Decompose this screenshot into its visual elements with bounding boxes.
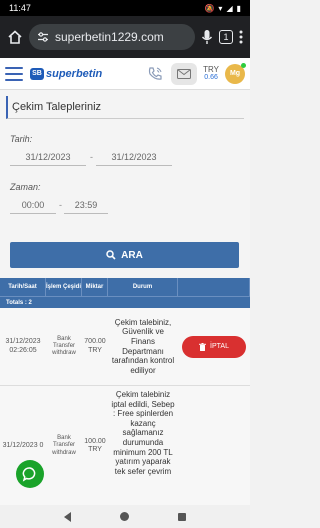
cancel-button-label: İPTAL	[210, 343, 229, 350]
envelope-icon	[177, 68, 192, 79]
phone-icon[interactable]	[145, 64, 165, 84]
site-header: SB superbetin TRY 0.66 Mg	[0, 58, 250, 90]
row-date: 31/12/2023 02:26:05	[5, 338, 41, 354]
logo-badge: SB	[30, 67, 44, 80]
time-label: Zaman:	[10, 182, 41, 192]
status-time: 11:47	[9, 3, 31, 13]
site-logo[interactable]: SB superbetin	[30, 67, 103, 80]
column-header-date: Tarih/Saat	[0, 278, 46, 296]
tab-switcher-button[interactable]: 1	[219, 30, 233, 44]
time-from-input[interactable]: 00:00	[10, 200, 56, 214]
search-icon	[106, 250, 116, 260]
cancel-withdrawal-button[interactable]: İPTAL	[182, 335, 246, 358]
column-header-type: İşlem Çeşidi	[46, 278, 82, 296]
column-header-action	[178, 278, 250, 296]
signal-icon: ◢	[226, 3, 233, 13]
trash-icon	[199, 342, 207, 351]
row-type: Bank Transfer withdraw	[52, 435, 76, 456]
balance-display[interactable]: TRY 0.66	[203, 65, 219, 82]
user-avatar[interactable]: Mg	[225, 62, 246, 84]
date-to-input[interactable]: 31/12/2023	[96, 152, 172, 166]
mute-icon: 🔕	[204, 3, 215, 13]
row-type: Bank Transfer withdraw	[52, 335, 76, 357]
page-title: Çekim Talepleriniz	[6, 96, 244, 119]
chat-bubble-icon	[22, 467, 36, 482]
address-bar[interactable]: superbetin1229.com	[29, 24, 195, 50]
mic-icon[interactable]	[201, 29, 213, 45]
hamburger-menu-icon[interactable]	[5, 66, 23, 81]
url-text: superbetin1229.com	[55, 30, 164, 44]
column-header-amount: Miktar	[82, 278, 108, 296]
date-from-input[interactable]: 31/12/2023	[10, 152, 86, 166]
table-header: Tarih/Saat İşlem Çeşidi Miktar Durum	[0, 278, 250, 296]
site-settings-icon[interactable]	[37, 31, 49, 43]
status-bar: 11:47 🔕 ▾ ◢ ▮	[0, 0, 250, 16]
home-button-icon[interactable]	[119, 512, 129, 521]
table-row: 31/12/2023 02:26:05 Bank Transfer withdr…	[0, 308, 250, 386]
wifi-icon: ▾	[218, 3, 223, 13]
status-icons: 🔕 ▾ ◢ ▮	[204, 4, 241, 13]
column-header-status: Durum	[108, 278, 178, 296]
recent-apps-icon[interactable]	[177, 512, 186, 521]
row-date: 31/12/2023 0	[2, 441, 44, 449]
browser-toolbar: superbetin1229.com 1	[0, 16, 250, 58]
row-status: Çekim talebiniz iptal edildi, Sebep : Fr…	[111, 390, 175, 476]
row-status: Çekim talebiniz, Güvenlik ve Finans Depa…	[111, 317, 175, 375]
date-label: Tarih:	[10, 134, 33, 144]
currency-code: TRY	[203, 65, 219, 74]
balance-amount: 0.66	[204, 74, 218, 81]
logo-text: superbetin	[46, 67, 103, 80]
menu-dots-icon[interactable]	[239, 30, 243, 44]
table-row: 31/12/2023 0 Bank Transfer withdraw 100.…	[0, 386, 250, 506]
home-icon[interactable]	[7, 29, 23, 45]
search-button[interactable]: ARA	[10, 242, 239, 268]
back-icon[interactable]	[64, 511, 72, 522]
date-separator: -	[90, 152, 93, 162]
battery-icon: ▮	[236, 3, 241, 13]
row-amount: 100.00 TRY	[84, 437, 106, 453]
time-separator: -	[59, 200, 62, 210]
table-totals: Totals : 2	[0, 296, 250, 308]
row-amount: 700.00 TRY	[84, 338, 106, 354]
messages-button[interactable]	[171, 62, 198, 85]
row-action-cell: İPTAL	[178, 308, 250, 385]
live-chat-button[interactable]	[16, 460, 44, 488]
search-button-label: ARA	[121, 249, 143, 261]
system-nav-bar	[0, 505, 250, 528]
time-to-input[interactable]: 23:59	[64, 200, 108, 214]
